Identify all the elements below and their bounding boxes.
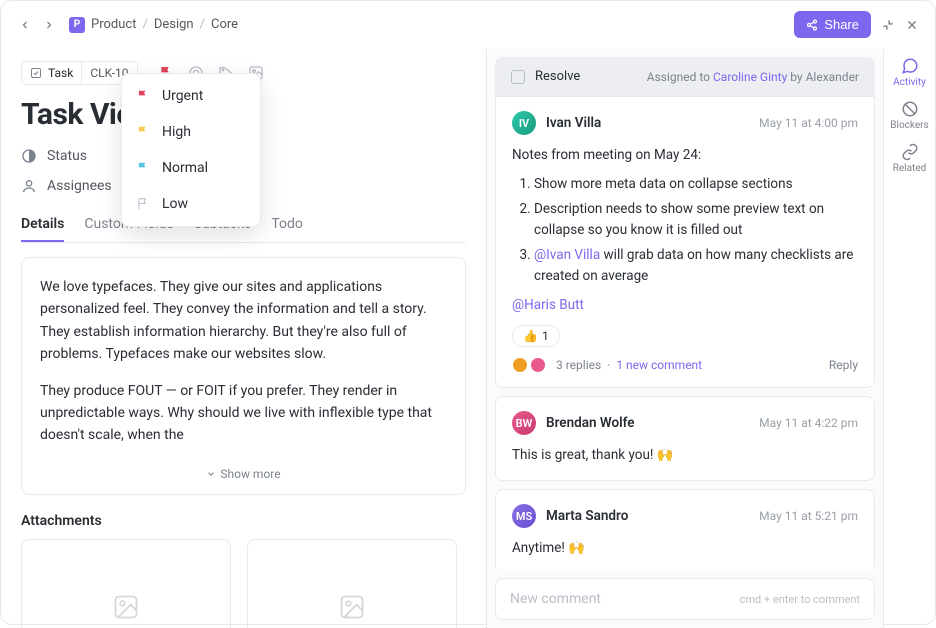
comment-author[interactable]: Ivan Villa (546, 115, 601, 131)
avatar[interactable]: IV (512, 111, 536, 135)
dot: · (607, 358, 610, 372)
avatar[interactable]: BW (512, 411, 536, 435)
side-rail: Activity Blockers Related (883, 49, 935, 628)
comments-list: IV Ivan Villa May 11 at 4:00 pm Notes fr… (487, 96, 883, 570)
reaction-emoji: 👍 (523, 329, 538, 343)
space-icon[interactable]: P (69, 17, 85, 33)
tab-todo[interactable]: Todo (271, 208, 303, 242)
header: P Product / Design / Core Share (1, 1, 935, 49)
priority-low[interactable]: Low (122, 186, 260, 222)
comment-time: May 11 at 5:21 pm (759, 509, 858, 523)
header-left: P Product / Design / Core (17, 17, 238, 33)
rail-label: Activity (893, 77, 926, 88)
comment-intro: Notes from meeting on May 24: (512, 145, 858, 166)
breadcrumb-item[interactable]: Product (91, 17, 136, 32)
priority-urgent[interactable]: Urgent (122, 78, 260, 114)
attachments-heading: Attachments (21, 513, 466, 529)
description-box[interactable]: We love typefaces. They give our sites a… (21, 257, 466, 495)
header-right: Share (794, 11, 919, 38)
comment-time: May 11 at 4:22 pm (759, 416, 858, 430)
breadcrumb: P Product / Design / Core (69, 17, 238, 33)
collapse-icon[interactable] (881, 18, 895, 32)
assignees-icon (21, 178, 37, 194)
assignees-label: Assignees (47, 178, 112, 194)
rail-related[interactable]: Related (893, 143, 927, 174)
priority-label: High (162, 124, 191, 140)
activity-panel: Resolve Assigned to Caroline Ginty by Al… (487, 49, 883, 628)
share-label: Share (824, 17, 859, 32)
priority-normal[interactable]: Normal (122, 150, 260, 186)
new-comment-placeholder: New comment (510, 591, 601, 607)
comment-list-item: Description needs to show some preview t… (534, 199, 858, 241)
priority-menu: Urgent High Normal Low (121, 73, 261, 227)
new-comment-input[interactable]: New comment cmd + enter to comment (495, 578, 875, 620)
comment-list-item: Show more meta data on collapse sections (534, 174, 858, 195)
task-type-label: Task (48, 66, 73, 80)
priority-label: Normal (162, 160, 208, 176)
mention[interactable]: @Ivan Villa (534, 247, 600, 263)
comment: IV Ivan Villa May 11 at 4:00 pm Notes fr… (495, 96, 875, 388)
reply-link[interactable]: Reply (829, 358, 858, 372)
comment: MS Marta Sandro May 11 at 5:21 pm Anytim… (495, 489, 875, 570)
show-more-label: Show more (220, 465, 280, 484)
tab-details[interactable]: Details (21, 208, 64, 242)
replies-left: 3 replies · 1 new comment (512, 357, 702, 373)
assignee-link[interactable]: Caroline Ginty (713, 70, 787, 84)
avatar[interactable]: MS (512, 504, 536, 528)
reaction-button[interactable]: 👍 1 (512, 325, 560, 347)
share-button[interactable]: Share (794, 11, 871, 38)
description-p2: They produce FOUT — or FOIT if you prefe… (40, 380, 447, 447)
comment-time: May 11 at 4:00 pm (759, 116, 858, 130)
status-label: Status (47, 148, 87, 164)
rail-label: Blockers (890, 120, 928, 131)
comment-body: This is great, thank you! 🙌 (512, 445, 858, 466)
new-comment-hint: cmd + enter to comment (740, 593, 860, 606)
priority-label: Urgent (162, 88, 203, 104)
comment-body: Notes from meeting on May 24: Show more … (512, 145, 858, 315)
breadcrumb-sep: / (142, 17, 147, 32)
rail-blockers[interactable]: Blockers (890, 100, 928, 131)
nav-arrows (17, 17, 57, 33)
comment-author[interactable]: Marta Sandro (546, 508, 628, 524)
show-more-button[interactable]: Show more (40, 461, 447, 488)
attachment-placeholder[interactable] (247, 539, 457, 628)
reaction-row: 👍 1 (512, 325, 858, 347)
task-type-badge[interactable]: Task (22, 62, 82, 84)
mini-avatar (512, 357, 528, 373)
description-p1: We love typefaces. They give our sites a… (40, 276, 447, 366)
rail-label: Related (893, 163, 927, 174)
assigned-text: Assigned to Caroline Ginty by Alexander (647, 70, 859, 84)
replies-count[interactable]: 3 replies (556, 358, 601, 372)
breadcrumb-sep: / (200, 17, 205, 32)
mention[interactable]: @Haris Butt (512, 297, 584, 313)
priority-high[interactable]: High (122, 114, 260, 150)
replies-row: 3 replies · 1 new comment Reply (512, 357, 858, 373)
attachments-grid (21, 539, 466, 628)
back-arrow-icon[interactable] (17, 17, 33, 33)
attachment-placeholder[interactable] (21, 539, 231, 628)
priority-label: Low (162, 196, 188, 212)
comment: BW Brendan Wolfe May 11 at 4:22 pm This … (495, 396, 875, 481)
breadcrumb-item[interactable]: Core (211, 17, 238, 32)
forward-arrow-icon[interactable] (41, 17, 57, 33)
resolve-label: Resolve (535, 69, 580, 84)
breadcrumb-item[interactable]: Design (154, 17, 194, 32)
reaction-count: 1 (542, 329, 549, 343)
comment-author[interactable]: Brendan Wolfe (546, 415, 635, 431)
comment-list-item: @Ivan Villa will grab data on how many c… (534, 245, 858, 287)
comment-body: Anytime! 🙌 (512, 538, 858, 559)
rail-activity[interactable]: Activity (893, 57, 926, 88)
new-comment-indicator[interactable]: 1 new comment (616, 358, 702, 372)
status-icon (21, 148, 37, 164)
resolve-left: Resolve (511, 69, 580, 84)
resolve-checkbox[interactable] (511, 70, 525, 84)
resolve-bar: Resolve Assigned to Caroline Ginty by Al… (495, 57, 875, 96)
close-icon[interactable] (905, 18, 919, 32)
mini-avatar (530, 357, 546, 373)
